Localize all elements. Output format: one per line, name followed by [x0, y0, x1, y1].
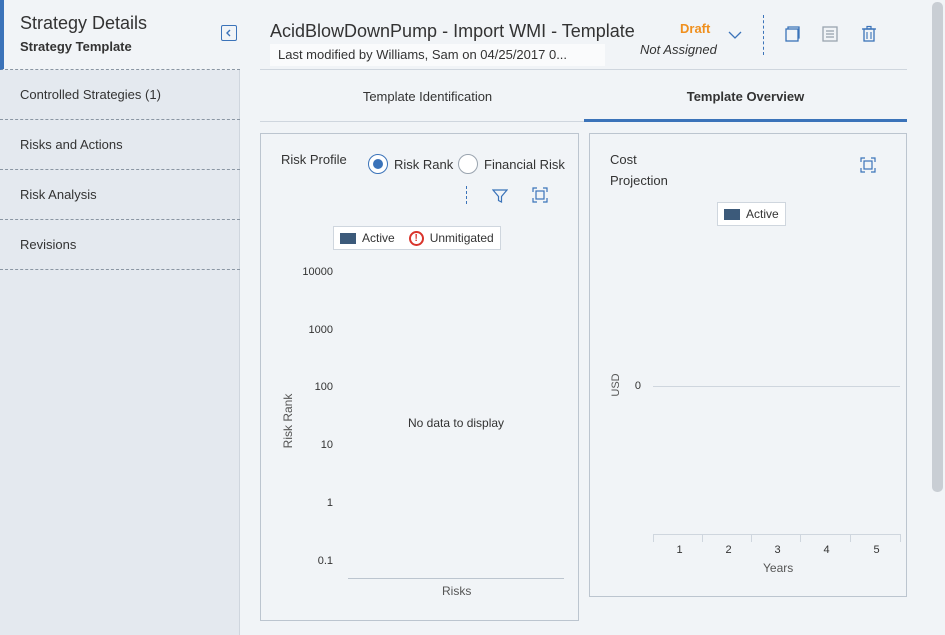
copy-icon[interactable]: [783, 25, 801, 43]
sidebar-item-risks-and-actions[interactable]: Risks and Actions: [0, 120, 240, 170]
tab-template-identification[interactable]: Template Identification: [266, 72, 589, 122]
page-title: AcidBlowDownPump - Import WMI - Template: [270, 21, 635, 41]
x-tick-label: 1: [676, 544, 683, 556]
last-modified-text: Last modified by Williams, Sam on 04/25/…: [270, 44, 605, 66]
chevron-left-icon: [226, 29, 231, 37]
page-header: AcidBlowDownPump - Import WMI - Template…: [260, 0, 907, 70]
x-axis-title: Risks: [442, 584, 472, 598]
expand-icon[interactable]: [532, 187, 548, 203]
y-tick-label: 1: [326, 497, 333, 509]
expand-icon[interactable]: [860, 157, 876, 173]
sidebar-title: Strategy Details: [20, 13, 148, 33]
exclamation-icon: !: [408, 230, 424, 246]
y-tick-label: 10000: [302, 266, 333, 278]
risk-profile-panel: Risk Profile Risk Rank Financial Risk Ac…: [260, 133, 579, 621]
y-tick-label: 0.1: [317, 555, 333, 567]
legend-unmitigated-label: Unmitigated: [429, 231, 494, 245]
y-axis-title: Risk Rank: [281, 393, 295, 449]
x-tick-label: 2: [725, 544, 732, 556]
x-axis-line: [348, 578, 564, 579]
x-tick-label: 4: [823, 544, 830, 556]
cost-projection-title-line1: Cost: [610, 152, 637, 167]
tab-template-overview[interactable]: Template Overview: [584, 72, 907, 122]
collapse-sidebar-button[interactable]: [221, 25, 237, 41]
sidebar-item-controlled-strategies[interactable]: Controlled Strategies (1): [0, 70, 240, 120]
legend-active-swatch: [340, 232, 356, 244]
risk-profile-title: Risk Profile: [281, 152, 347, 167]
state-badge[interactable]: Draft: [680, 21, 710, 36]
toolbar-divider: [466, 186, 467, 204]
x-axis-ticks: [653, 534, 901, 542]
y-tick-label: 100: [314, 381, 333, 393]
legend-active-swatch: [724, 208, 740, 220]
x-axis-title: Years: [763, 561, 794, 575]
tab-bar: Template Identification Template Overvie…: [260, 72, 907, 122]
financial-risk-label: Financial Risk: [484, 156, 565, 172]
scrollbar-thumb[interactable]: [932, 2, 943, 492]
risk-rank-radio[interactable]: Risk Rank: [368, 154, 453, 174]
risk-rank-label: Risk Rank: [394, 156, 454, 172]
list-icon[interactable]: [821, 25, 839, 43]
radio-unselected-icon: [458, 154, 478, 174]
cost-projection-title-line2: Projection: [610, 173, 668, 188]
cost-projection-legend: Active: [717, 202, 786, 226]
chevron-down-icon[interactable]: [728, 30, 742, 40]
risk-profile-legend: Active ! Unmitigated: [333, 226, 501, 250]
financial-risk-radio[interactable]: Financial Risk: [458, 154, 565, 174]
zero-gridline: [653, 386, 900, 387]
radio-selected-icon: [368, 154, 388, 174]
y-tick-label: 0: [634, 380, 641, 392]
header-divider: [763, 15, 764, 55]
trash-icon[interactable]: [860, 25, 878, 43]
sidebar-header: Strategy Details Strategy Template: [0, 0, 240, 70]
legend-active-label: Active: [362, 231, 395, 245]
legend-active-label: Active: [746, 207, 779, 221]
x-tick-label: 3: [774, 544, 781, 556]
x-tick-label: 5: [873, 544, 880, 556]
sidebar-item-risk-analysis[interactable]: Risk Analysis: [0, 170, 240, 220]
assigned-text: Not Assigned: [640, 42, 717, 57]
cost-projection-panel: Cost Projection Active USD 0 1 2 3 4 5 Y…: [589, 133, 907, 597]
sidebar: Strategy Details Strategy Template Contr…: [0, 0, 240, 635]
y-tick-label: 10: [320, 439, 333, 451]
sidebar-subtitle: Strategy Template: [20, 39, 132, 54]
no-data-message: No data to display: [408, 416, 505, 430]
y-tick-label: 1000: [308, 324, 333, 336]
sidebar-item-revisions[interactable]: Revisions: [0, 220, 240, 270]
filter-icon[interactable]: [492, 188, 508, 204]
